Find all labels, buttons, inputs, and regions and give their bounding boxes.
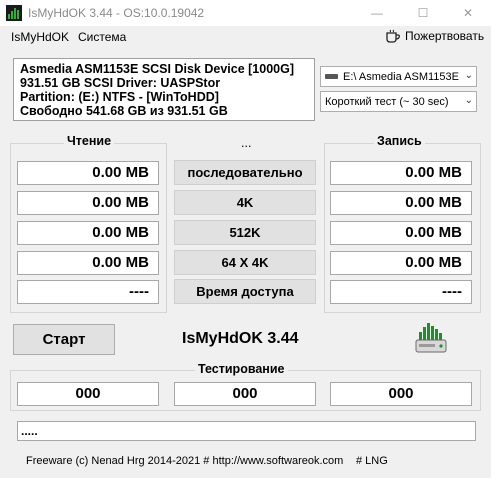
testing-value-2: 000 (174, 382, 316, 406)
close-icon: ✕ (462, 6, 474, 20)
coffee-cup-icon (386, 29, 400, 43)
donate-button[interactable]: Пожертвовать (386, 29, 484, 43)
disk-benchmark-icon (415, 323, 447, 353)
drive-model: Asmedia ASM1153E SCSI Disk Device [1000G… (20, 62, 294, 76)
read-value-access-time: ---- (17, 280, 159, 304)
chevron-down-icon: ⌄ (464, 70, 473, 81)
read-value-64x4k: 0.00 MB (17, 251, 159, 275)
read-value-4k: 0.00 MB (17, 191, 159, 215)
menu-system[interactable]: Система (78, 30, 126, 44)
4k-button[interactable]: 4K (174, 190, 316, 215)
drive-info-box: Asmedia ASM1153E SCSI Disk Device [1000G… (13, 58, 315, 121)
minimize-icon: — (371, 6, 383, 20)
write-value-access-time: ---- (330, 280, 472, 304)
drive-select[interactable]: E:\ Asmedia ASM1153E ⌄ (320, 66, 477, 87)
testing-value-3: 000 (330, 382, 472, 406)
test-mode-value: Короткий тест (~ 30 sec) (325, 95, 449, 108)
app-icon (6, 5, 22, 21)
64x4k-button[interactable]: 64 X 4K (174, 250, 316, 275)
menu-ismyhdok[interactable]: IsMyHdOK (11, 30, 69, 44)
status-bar: ..... (17, 421, 476, 441)
write-value-64x4k: 0.00 MB (330, 251, 472, 275)
write-value-512k: 0.00 MB (330, 221, 472, 245)
maximize-icon: ☐ (417, 6, 429, 20)
testing-value-1: 000 (17, 382, 159, 406)
sequential-button[interactable]: последовательно (174, 160, 316, 185)
write-title: Запись (374, 134, 425, 148)
read-value-sequential: 0.00 MB (17, 161, 159, 185)
drive-free-space: Свободно 541.68 GB из 931.51 GB (20, 104, 228, 118)
drive-select-value: E:\ Asmedia ASM1153E (343, 70, 459, 83)
drive-size-driver: 931.51 GB SCSI Driver: UASPStor (20, 76, 221, 90)
maximize-button[interactable]: ☐ (400, 0, 446, 26)
drive-icon (325, 74, 338, 79)
start-button[interactable]: Старт (13, 324, 115, 355)
menu-bar: IsMyHdOK Система Пожертвовать (0, 26, 491, 48)
access-time-button[interactable]: Время доступа (174, 279, 316, 304)
read-title: Чтение (64, 134, 115, 148)
close-button[interactable]: ✕ (445, 0, 491, 26)
write-value-sequential: 0.00 MB (330, 161, 472, 185)
footer-copyright-link[interactable]: Freeware (c) Nenad Hrg 2014-2021 # http:… (26, 455, 343, 467)
write-value-4k: 0.00 MB (330, 191, 472, 215)
title-bar: IsMyHdOK 3.44 - OS:10.0.19042 — ☐ ✕ (0, 0, 491, 26)
donate-label: Пожертвовать (405, 29, 485, 43)
window-title: IsMyHdOK 3.44 - OS:10.0.19042 (28, 6, 205, 20)
testing-title: Тестирование (195, 362, 288, 376)
middle-title: ... (238, 136, 255, 150)
chevron-down-icon: ⌄ (464, 95, 473, 106)
512k-button[interactable]: 512K (174, 220, 316, 245)
app-name-label: IsMyHdOK 3.44 (182, 330, 299, 347)
drive-partition: Partition: (E:) NTFS - [WinToHDD] (20, 90, 219, 104)
read-value-512k: 0.00 MB (17, 221, 159, 245)
minimize-button[interactable]: — (354, 0, 400, 26)
language-link[interactable]: # LNG (356, 455, 388, 467)
test-mode-select[interactable]: Короткий тест (~ 30 sec) ⌄ (320, 91, 477, 112)
